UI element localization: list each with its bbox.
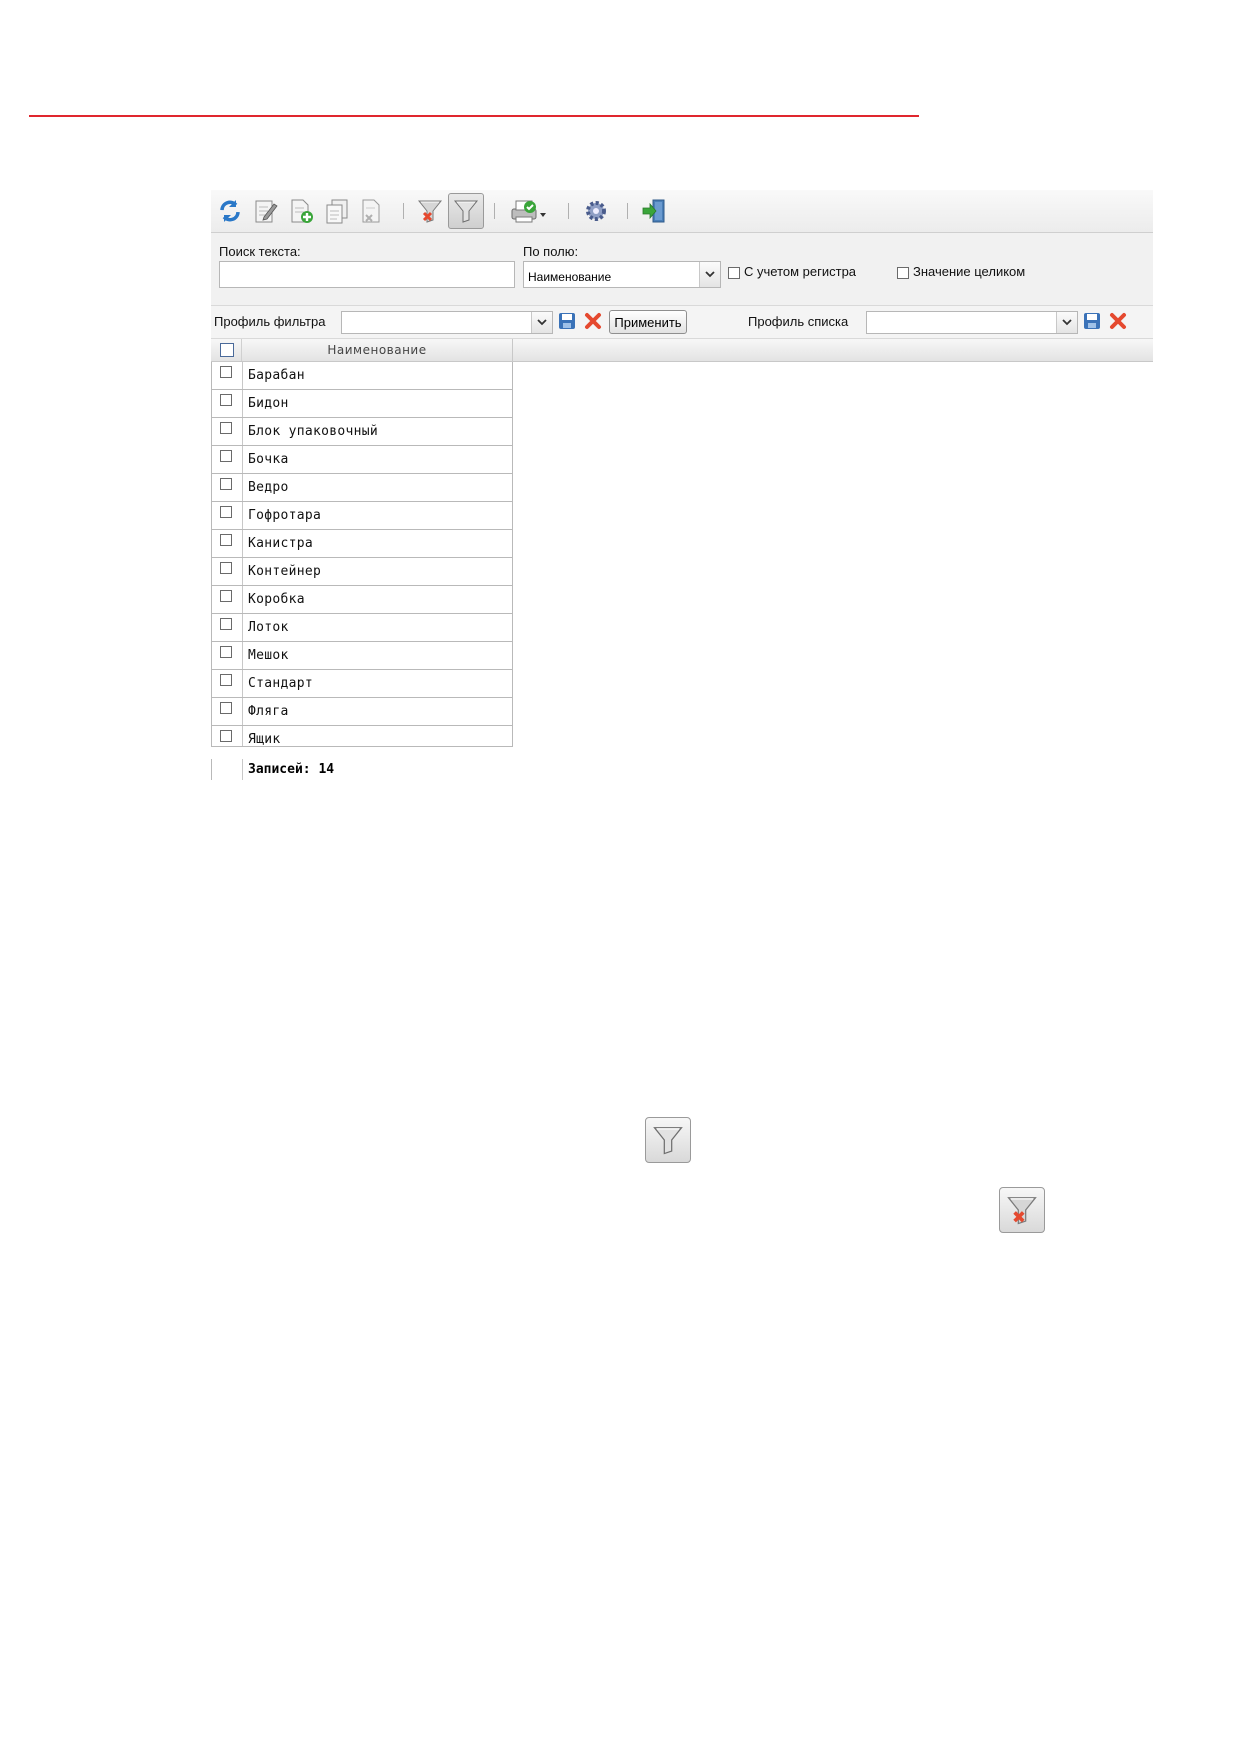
toolbar-separator [627, 203, 628, 219]
table-row[interactable]: Барабан [211, 362, 513, 390]
table-row[interactable]: Гофротара [211, 502, 513, 530]
whole-value-checkbox[interactable] [897, 267, 909, 279]
grid-header: Наименование [211, 339, 1153, 362]
search-panel: Поиск текста: По полю: Наименование С уч… [211, 233, 1153, 306]
chevron-down-icon[interactable] [699, 262, 720, 287]
toolbar [211, 190, 1153, 233]
add-document-icon[interactable] [286, 195, 318, 227]
search-text-input[interactable] [219, 261, 515, 288]
table-row[interactable]: Лоток [211, 614, 513, 642]
exit-icon[interactable] [638, 195, 670, 227]
chevron-down-icon[interactable] [531, 312, 552, 333]
filter-profile-select[interactable] [341, 311, 553, 334]
row-name: Канистра [242, 530, 313, 557]
row-checkbox[interactable] [220, 618, 232, 630]
row-checkbox[interactable] [220, 646, 232, 658]
table-row[interactable]: Фляга [211, 698, 513, 726]
row-name: Фляга [242, 698, 289, 725]
apply-button[interactable]: Применить [609, 310, 687, 334]
row-checkbox[interactable] [220, 674, 232, 686]
search-field-label: По полю: [523, 244, 579, 259]
row-name: Стандарт [242, 670, 313, 697]
profile-toolbar: Профиль фильтра Применить Профиль списка [211, 306, 1153, 339]
grid-empty-area [513, 362, 1153, 780]
row-checkbox[interactable] [220, 534, 232, 546]
table-row[interactable]: Бидон [211, 390, 513, 418]
row-checkbox[interactable] [220, 590, 232, 602]
row-checkbox[interactable] [220, 422, 232, 434]
select-all-checkbox[interactable] [220, 343, 234, 357]
delete-document-icon[interactable] [356, 195, 388, 227]
whole-value-label: Значение целиком [913, 264, 1026, 279]
case-sensitive-checkbox[interactable] [728, 267, 740, 279]
table-row[interactable]: Коробка [211, 586, 513, 614]
row-name: Мешок [242, 642, 289, 669]
delete-icon[interactable] [581, 309, 605, 333]
toolbar-separator [494, 203, 495, 219]
column-header-name[interactable]: Наименование [241, 339, 513, 361]
record-count: Записей: 14 [242, 759, 334, 780]
search-field-value: Наименование [528, 270, 612, 284]
row-name: Коробка [242, 586, 305, 613]
clear-filter-icon[interactable] [414, 195, 446, 227]
filter-icon [645, 1117, 691, 1163]
grid-footer: Записей: 14 [211, 759, 515, 780]
table-row[interactable]: Блок упаковочный [211, 418, 513, 446]
row-checkbox[interactable] [220, 394, 232, 406]
print-icon[interactable] [507, 195, 551, 227]
row-name: Барабан [242, 362, 305, 389]
clear-filter-icon [999, 1187, 1045, 1233]
save-icon[interactable] [1080, 309, 1104, 333]
row-name: Бидон [242, 390, 289, 417]
row-checkbox[interactable] [220, 366, 232, 378]
delete-icon[interactable] [1106, 309, 1130, 333]
red-divider-line [29, 115, 919, 117]
row-name: Гофротара [242, 502, 321, 529]
table-row[interactable]: Канистра [211, 530, 513, 558]
row-name: Лоток [242, 614, 289, 641]
refresh-icon[interactable] [214, 195, 246, 227]
save-icon[interactable] [555, 309, 579, 333]
filter-profile-label: Профиль фильтра [214, 314, 326, 329]
chevron-down-icon[interactable] [1056, 312, 1077, 333]
table-row[interactable]: Ведро [211, 474, 513, 502]
table-row[interactable]: Контейнер [211, 558, 513, 586]
table-row[interactable]: Мешок [211, 642, 513, 670]
search-text-label: Поиск текста: [219, 244, 301, 259]
toolbar-separator [568, 203, 569, 219]
edit-icon[interactable] [250, 195, 282, 227]
grid-rows: Барабан Бидон Блок упаковочный Бочка Ведро Го… [211, 362, 513, 747]
case-sensitive-label: С учетом регистра [744, 264, 857, 279]
row-checkbox[interactable] [220, 562, 232, 574]
row-checkbox[interactable] [220, 450, 232, 462]
table-row[interactable]: Бочка [211, 446, 513, 474]
copy-document-icon[interactable] [321, 195, 353, 227]
filter-icon[interactable] [448, 193, 484, 229]
row-checkbox[interactable] [220, 730, 232, 742]
table-row[interactable]: Ящик [211, 726, 513, 747]
row-name: Блок упаковочный [242, 418, 378, 445]
toolbar-separator [403, 203, 404, 219]
list-profile-select[interactable] [866, 311, 1078, 334]
row-name: Ящик [242, 726, 281, 746]
row-name: Бочка [242, 446, 289, 473]
list-profile-label: Профиль списка [748, 314, 849, 329]
row-name: Контейнер [242, 558, 321, 585]
row-name: Ведро [242, 474, 289, 501]
table-row[interactable]: Стандарт [211, 670, 513, 698]
row-checkbox[interactable] [220, 478, 232, 490]
row-checkbox[interactable] [220, 506, 232, 518]
settings-icon[interactable] [580, 195, 612, 227]
reference-list-window: Поиск текста: По полю: Наименование С уч… [211, 190, 1153, 780]
row-checkbox[interactable] [220, 702, 232, 714]
search-field-select[interactable]: Наименование [523, 261, 721, 288]
